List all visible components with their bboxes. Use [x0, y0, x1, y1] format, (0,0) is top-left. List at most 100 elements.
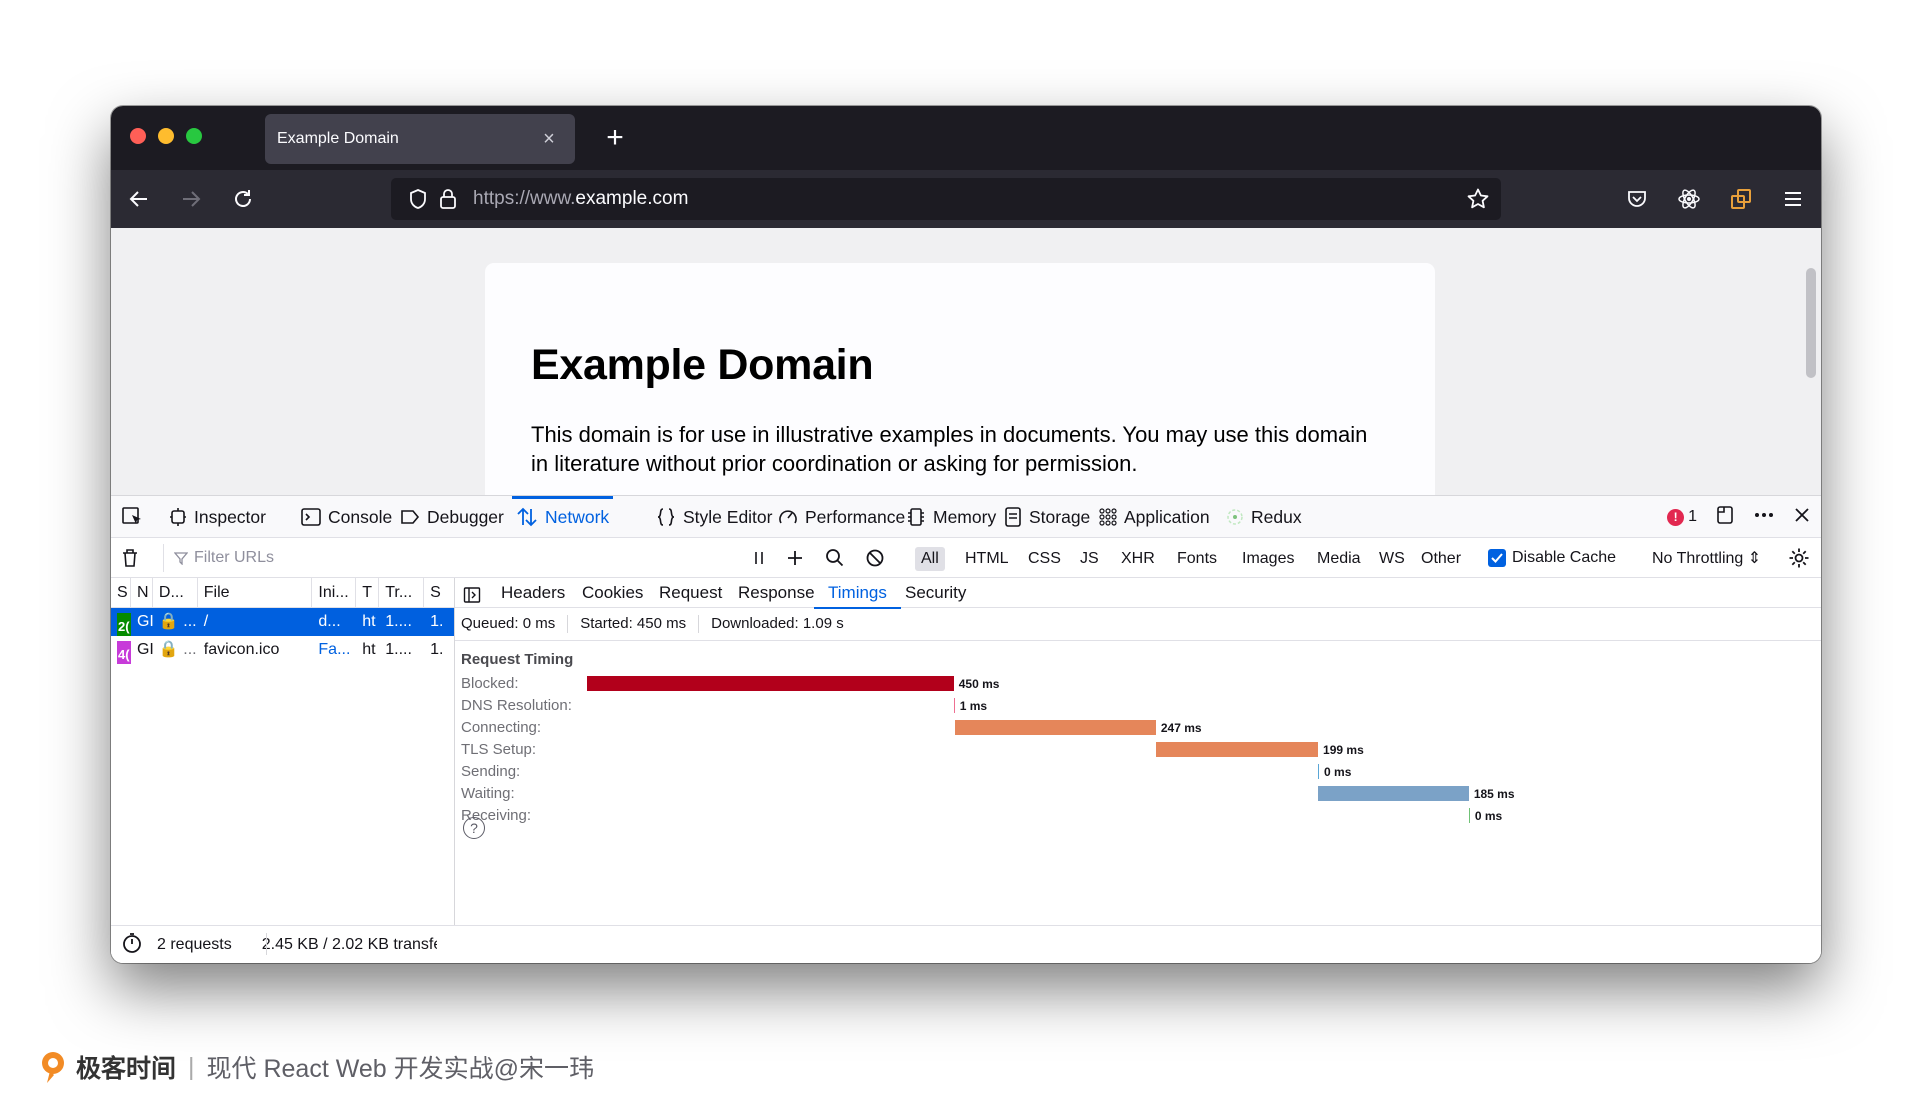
console-icon	[301, 508, 321, 526]
storage-icon	[1005, 507, 1021, 527]
disable-cache-checkbox[interactable]: Disable Cache	[1488, 538, 1616, 578]
tab-security[interactable]: Security	[905, 578, 966, 608]
tab-request[interactable]: Request	[659, 578, 722, 608]
react-devtools-button[interactable]	[1671, 182, 1707, 216]
filter-fonts[interactable]: Fonts	[1171, 547, 1223, 571]
column-initiator[interactable]: Ini...	[312, 577, 357, 608]
filter-all[interactable]: All	[915, 547, 945, 571]
timing-bar	[1155, 742, 1319, 757]
pocket-icon	[1628, 191, 1646, 207]
request-size: 1.	[430, 613, 444, 630]
hamburger-menu-icon	[1785, 192, 1801, 206]
tab-storage[interactable]: Storage	[1004, 496, 1090, 538]
redux-devtools-button[interactable]	[1723, 182, 1759, 216]
timing-row: TLS Setup: 199 ms	[455, 739, 1821, 761]
column-file[interactable]: File	[198, 577, 313, 608]
column-type[interactable]: T	[356, 577, 380, 608]
dock-toggle-icon[interactable]	[1715, 505, 1735, 530]
url-host: example.com	[575, 188, 689, 209]
close-devtools-icon[interactable]	[1793, 506, 1811, 529]
filter-images[interactable]: Images	[1236, 547, 1300, 571]
timing-row: Waiting: 185 ms	[455, 783, 1821, 805]
request-initiator[interactable]: Fa...	[312, 636, 356, 664]
reload-button[interactable]	[225, 182, 261, 216]
timing-row: Connecting: 247 ms	[455, 717, 1821, 739]
network-settings-button[interactable]	[1788, 538, 1810, 578]
curly-braces-icon	[657, 508, 675, 526]
request-initiator: d...	[318, 613, 341, 630]
url-text[interactable]: https://www.example.com	[473, 188, 688, 210]
toolbar-extensions	[1619, 182, 1811, 216]
column-domain[interactable]: D...	[153, 577, 198, 608]
request-size: 1.	[430, 641, 444, 658]
tab-debugger[interactable]: Debugger	[400, 496, 504, 538]
status-bar-divider	[266, 933, 267, 955]
column-method[interactable]: N	[131, 577, 153, 608]
minimize-window-button[interactable]	[158, 128, 174, 144]
element-picker-button[interactable]	[121, 496, 145, 538]
timing-value: 247 ms	[1160, 721, 1202, 735]
lock-icon[interactable]	[433, 184, 463, 214]
toggle-sidebar-icon[interactable]	[463, 584, 481, 603]
filter-html[interactable]: HTML	[959, 547, 1015, 571]
filter-media[interactable]: Media	[1311, 547, 1367, 571]
tab-memory[interactable]: Memory	[906, 496, 996, 538]
column-transferred[interactable]: Tr...	[379, 577, 425, 608]
clear-requests-button[interactable]	[121, 538, 139, 578]
search-button[interactable]	[825, 538, 845, 578]
add-request-blocking-button[interactable]	[786, 538, 804, 578]
request-row[interactable]: 4( GI 🔒 ... favicon.ico Fa... ht 1.... 1…	[111, 636, 454, 664]
close-window-button[interactable]	[130, 128, 146, 144]
status-code: 4(	[117, 641, 131, 664]
browser-tab[interactable]: Example Domain ×	[265, 114, 575, 164]
request-type: ht	[362, 613, 376, 630]
pause-recording-button[interactable]	[752, 538, 766, 578]
address-bar[interactable]: https://www.example.com	[391, 178, 1501, 220]
request-type: ht	[362, 641, 376, 658]
forward-button[interactable]	[173, 182, 209, 216]
debugger-icon	[401, 510, 420, 524]
timing-value: 0 ms	[1474, 809, 1503, 823]
tab-response[interactable]: Response	[738, 578, 815, 608]
tab-inspector[interactable]: Inspector	[169, 496, 266, 538]
filter-xhr[interactable]: XHR	[1115, 547, 1161, 571]
tab-network[interactable]: Network	[511, 496, 614, 538]
new-tab-button[interactable]: +	[597, 120, 633, 156]
filter-js[interactable]: JS	[1074, 547, 1105, 571]
url-scheme: https://www.	[473, 188, 576, 209]
tab-application[interactable]: Application	[1099, 496, 1210, 538]
filter-css[interactable]: CSS	[1022, 547, 1067, 571]
tab-console[interactable]: Console	[301, 496, 392, 538]
tab-style-editor[interactable]: Style Editor	[656, 496, 772, 538]
pocket-button[interactable]	[1619, 182, 1655, 216]
help-icon[interactable]: ?	[463, 817, 485, 839]
tab-performance[interactable]: Performance	[778, 496, 905, 538]
tab-headers[interactable]: Headers	[501, 578, 565, 608]
tab-redux[interactable]: Redux	[1226, 496, 1302, 538]
tab-timings[interactable]: Timings	[814, 578, 901, 609]
column-status[interactable]: S	[111, 577, 131, 608]
back-button[interactable]	[121, 182, 157, 216]
more-options-icon[interactable]	[1753, 505, 1775, 530]
tab-close-icon[interactable]: ×	[537, 128, 561, 151]
filter-ws[interactable]: WS	[1373, 547, 1411, 571]
tracking-shield-icon[interactable]	[403, 184, 433, 214]
zoom-window-button[interactable]	[186, 128, 202, 144]
page-scrollbar[interactable]	[1806, 268, 1816, 378]
memory-chip-icon	[908, 508, 924, 526]
page-card: Example Domain This domain is for use in…	[485, 263, 1435, 495]
filter-urls-input[interactable]: Filter URLs	[163, 544, 723, 572]
filter-other[interactable]: Other	[1415, 547, 1467, 571]
tab-cookies[interactable]: Cookies	[582, 578, 643, 608]
status-code: 2(	[117, 613, 131, 636]
application-grid-icon	[1099, 508, 1117, 526]
request-row[interactable]: 2( GI 🔒 ... / d... ht 1.... 1.	[111, 608, 454, 636]
block-requests-button[interactable]	[865, 538, 885, 578]
throttling-select[interactable]: No Throttling ⇕	[1652, 538, 1761, 578]
error-count-badge[interactable]: ! 1	[1667, 508, 1697, 526]
started-time: Started: 450 ms	[568, 615, 700, 633]
app-menu-button[interactable]	[1775, 182, 1811, 216]
timer-icon[interactable]	[121, 932, 143, 959]
bookmark-star-icon[interactable]	[1463, 184, 1493, 214]
column-size[interactable]: S	[424, 578, 454, 608]
